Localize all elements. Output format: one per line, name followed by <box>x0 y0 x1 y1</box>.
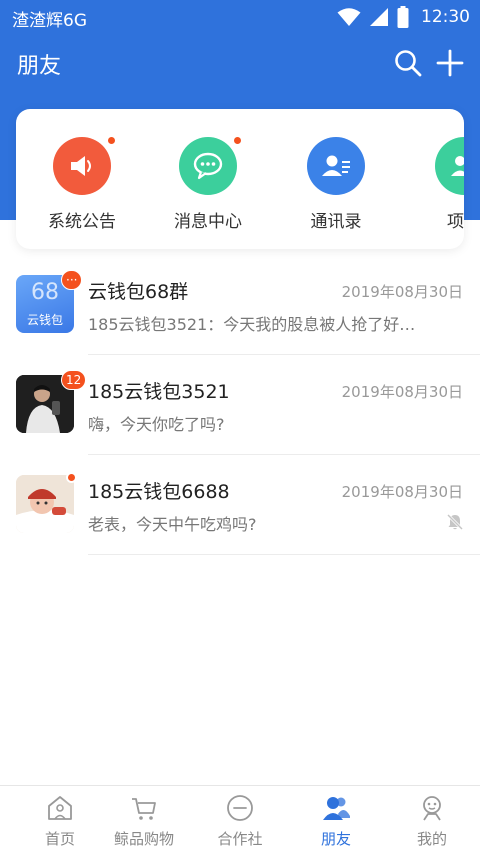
conversation-row[interactable]: 12 185云钱包3521 2019年08月30日 嗨，今天你吃了吗? <box>0 355 480 455</box>
conversation-preview: 老表，今天中午吃鸡吗? <box>88 515 257 534</box>
quick-item-label: 消息中心 <box>174 212 242 232</box>
top-navigation: 朋友 <box>0 34 480 94</box>
conversation-row[interactable]: 185云钱包6688 2019年08月30日 老表，今天中午吃鸡吗? <box>0 455 480 555</box>
conversation-preview: 185云钱包3521：今天我的股息被人抢了好多好多 <box>88 315 428 334</box>
tab-label: 首页 <box>44 830 75 848</box>
tab-home[interactable]: 首页 <box>12 786 108 853</box>
friends-icon <box>323 797 350 820</box>
user-avatar <box>16 475 74 533</box>
tab-label: 我的 <box>416 830 447 848</box>
status-indicators: 12:30 <box>337 5 470 29</box>
conversation-preview: 嗨，今天你吃了吗? <box>88 415 225 434</box>
unread-dot <box>106 135 117 146</box>
conversation-date: 2019年08月30日 <box>341 483 463 501</box>
unread-badge: ··· <box>61 270 83 290</box>
status-bar: 渣渣辉6G 12:30 <box>0 0 480 34</box>
conversation-name: 185云钱包3521 <box>88 381 230 403</box>
search-icon <box>395 50 422 77</box>
add-button[interactable] <box>435 48 465 78</box>
muted-bell-icon <box>446 513 464 531</box>
conversation-name: 185云钱包6688 <box>88 481 230 503</box>
tab-label: 朋友 <box>320 830 351 848</box>
profile-icon <box>423 796 441 821</box>
group-icon <box>435 137 464 195</box>
tab-label: 合作社 <box>217 830 263 848</box>
circle-minus-icon <box>227 795 253 821</box>
battery-icon <box>397 6 409 28</box>
unread-badge: 12 <box>61 370 87 390</box>
quick-item-projects[interactable]: 项目 <box>404 137 464 237</box>
search-button[interactable] <box>393 48 423 78</box>
signal-icon <box>370 8 388 26</box>
unread-dot <box>232 135 243 146</box>
tab-profile[interactable]: 我的 <box>384 786 480 853</box>
quick-item-label: 项目 <box>447 212 464 232</box>
status-clock: 12:30 <box>421 7 470 27</box>
conversation-name: 云钱包68群 <box>88 281 189 303</box>
quick-item-label: 通讯录 <box>310 212 362 232</box>
megaphone-icon <box>53 137 111 195</box>
quick-item-contacts[interactable]: 通讯录 <box>276 137 396 237</box>
plus-icon <box>436 49 464 77</box>
quick-item-messages[interactable]: 消息中心 <box>148 135 268 237</box>
bottom-tab-bar: 首页 鲸品购物 合作社 朋友 我的 <box>0 785 480 853</box>
tab-friends[interactable]: 朋友 <box>288 786 384 853</box>
home-icon <box>48 796 72 820</box>
cart-icon <box>132 798 156 820</box>
tab-shopping[interactable]: 鲸品购物 <box>96 786 192 853</box>
unread-dot <box>66 472 77 483</box>
conversation-date: 2019年08月30日 <box>341 283 463 301</box>
quick-actions-card: 系统公告 消息中心 通讯录 项 <box>16 109 464 249</box>
conversation-date: 2019年08月30日 <box>341 383 463 401</box>
quick-item-announcements[interactable]: 系统公告 <box>22 135 142 237</box>
carrier-name: 渣渣辉6G <box>12 11 87 31</box>
avatar-text: 云钱包 <box>26 313 63 327</box>
tab-cooperative[interactable]: 合作社 <box>192 786 288 853</box>
chat-bubble-icon <box>179 137 237 195</box>
conversation-row[interactable]: 68 云钱包 ··· 云钱包68群 2019年08月30日 185云钱包3521… <box>0 255 480 355</box>
page-title: 朋友 <box>17 54 62 79</box>
row-divider <box>88 554 480 555</box>
contact-card-icon <box>307 137 365 195</box>
quick-item-label: 系统公告 <box>48 212 116 232</box>
wifi-icon <box>337 8 361 26</box>
tab-label: 鲸品购物 <box>113 830 174 848</box>
